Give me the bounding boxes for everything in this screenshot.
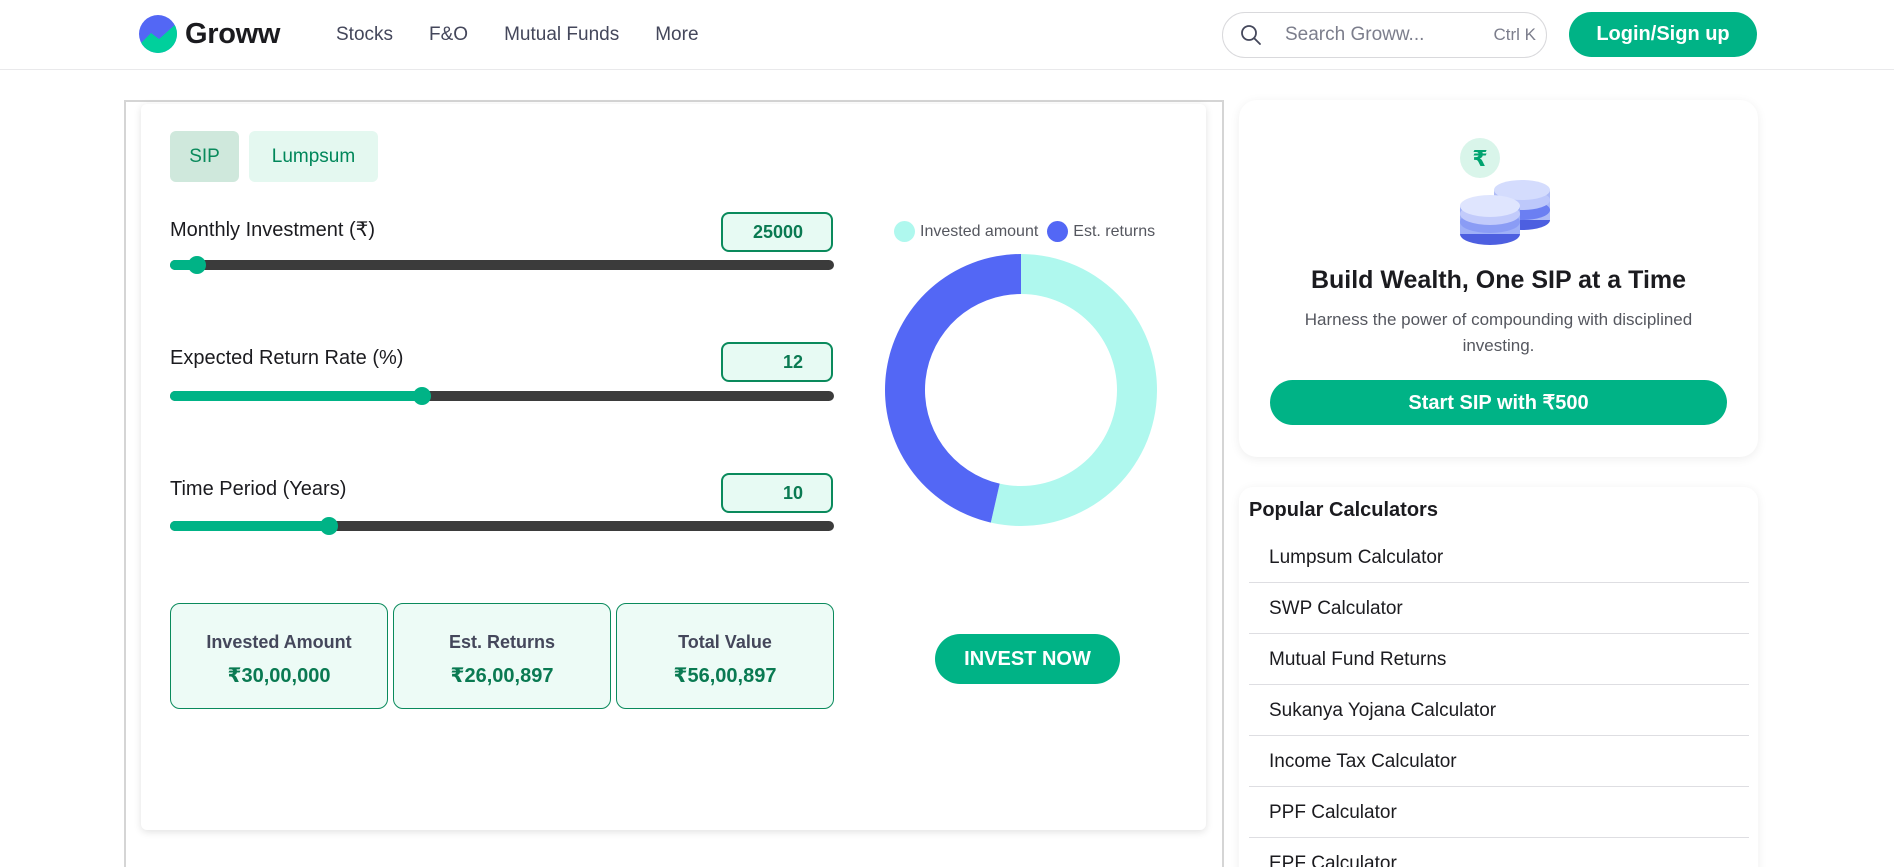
monthly-investment-input[interactable]: 25000 — [721, 212, 833, 252]
result-value: ₹26,00,897 — [450, 665, 554, 687]
legend-swatch — [1047, 221, 1069, 242]
total-value-card: Total Value ₹56,00,897 — [616, 603, 834, 709]
invest-now-button[interactable]: INVEST NOW — [935, 634, 1120, 684]
time-period-label: Time Period (Years) — [170, 478, 347, 500]
main-nav: Stocks F&O Mutual Funds More — [336, 24, 699, 46]
brand-logo[interactable]: Groww — [139, 15, 280, 53]
popular-calculators-title: Popular Calculators — [1249, 499, 1438, 521]
search-icon — [1241, 25, 1261, 45]
login-signup-button[interactable]: Login/Sign up — [1569, 12, 1757, 57]
popular-calculators: Popular Calculators Lumpsum Calculator S… — [1239, 487, 1758, 867]
result-title: Total Value — [678, 632, 772, 652]
brand-name: Groww — [185, 17, 281, 50]
time-period-slider[interactable] — [170, 517, 834, 535]
calculator-tabs: SIP Lumpsum — [170, 131, 378, 182]
start-sip-button[interactable]: Start SIP with ₹500 — [1270, 380, 1727, 425]
sip-promo-card: ₹ Build Wealth, One SIP at a Time Harnes… — [1239, 100, 1758, 457]
slider-fill — [170, 391, 423, 401]
list-item[interactable]: Sukanya Yojana Calculator — [1249, 685, 1749, 736]
search-bar[interactable]: Ctrl K — [1222, 12, 1547, 58]
tab-lumpsum[interactable]: Lumpsum — [249, 131, 378, 182]
invested-amount-card: Invested Amount ₹30,00,000 — [170, 603, 388, 709]
promo-title: Build Wealth, One SIP at a Time — [1310, 266, 1687, 294]
coins-rupee-icon: ₹ — [1460, 138, 1550, 245]
time-period-input[interactable]: 10 — [721, 473, 833, 513]
result-title: Est. Returns — [448, 632, 556, 652]
return-rate-slider[interactable] — [170, 387, 834, 405]
monthly-investment-slider[interactable] — [170, 256, 834, 274]
top-header: Groww Stocks F&O Mutual Funds More Ctrl … — [0, 0, 1894, 70]
result-value: ₹30,00,000 — [227, 665, 331, 687]
chart-legend: Invested amount Est. returns — [894, 221, 1164, 242]
return-rate-input[interactable]: 12 — [721, 342, 833, 382]
nav-stocks[interactable]: Stocks — [336, 24, 393, 46]
sip-donut-chart — [885, 254, 1158, 526]
svg-text:₹: ₹ — [1472, 147, 1487, 172]
legend-label: Est. returns — [1073, 222, 1156, 240]
est-returns-card: Est. Returns ₹26,00,897 — [393, 603, 611, 709]
slider-handle[interactable] — [187, 256, 206, 274]
result-title: Invested Amount — [206, 632, 352, 652]
promo-subtitle: Harness the power of compounding with di… — [1304, 310, 1693, 355]
list-item[interactable]: Mutual Fund Returns — [1249, 634, 1749, 685]
nav-more[interactable]: More — [655, 24, 698, 46]
list-item[interactable]: SWP Calculator — [1249, 583, 1749, 634]
list-item[interactable]: PPF Calculator — [1249, 787, 1749, 838]
list-item[interactable]: EPF Calculator — [1249, 838, 1749, 867]
donut-slice-returns — [885, 254, 1021, 523]
result-value: ₹56,00,897 — [673, 665, 777, 687]
legend-item-invested: Invested amount — [894, 221, 1038, 242]
groww-logo-icon — [139, 15, 177, 53]
monthly-investment-label: Monthly Investment (₹) — [170, 219, 376, 241]
slider-fill — [170, 521, 330, 531]
donut-slice-invested — [990, 254, 1158, 526]
list-item[interactable]: Income Tax Calculator — [1249, 736, 1749, 787]
list-item[interactable]: Lumpsum Calculator — [1249, 532, 1749, 583]
search-shortcut-hint: Ctrl K — [1493, 25, 1537, 44]
nav-mutual-funds[interactable]: Mutual Funds — [504, 24, 619, 46]
tab-sip[interactable]: SIP — [170, 131, 239, 182]
legend-swatch — [894, 221, 915, 242]
legend-item-returns: Est. returns — [1047, 221, 1155, 242]
calculator-list: Lumpsum Calculator SWP Calculator Mutual… — [1249, 532, 1749, 867]
search-input[interactable] — [1285, 24, 1485, 46]
return-rate-label: Expected Return Rate (%) — [170, 347, 404, 369]
nav-fno[interactable]: F&O — [429, 24, 468, 46]
legend-label: Invested amount — [920, 222, 1039, 240]
